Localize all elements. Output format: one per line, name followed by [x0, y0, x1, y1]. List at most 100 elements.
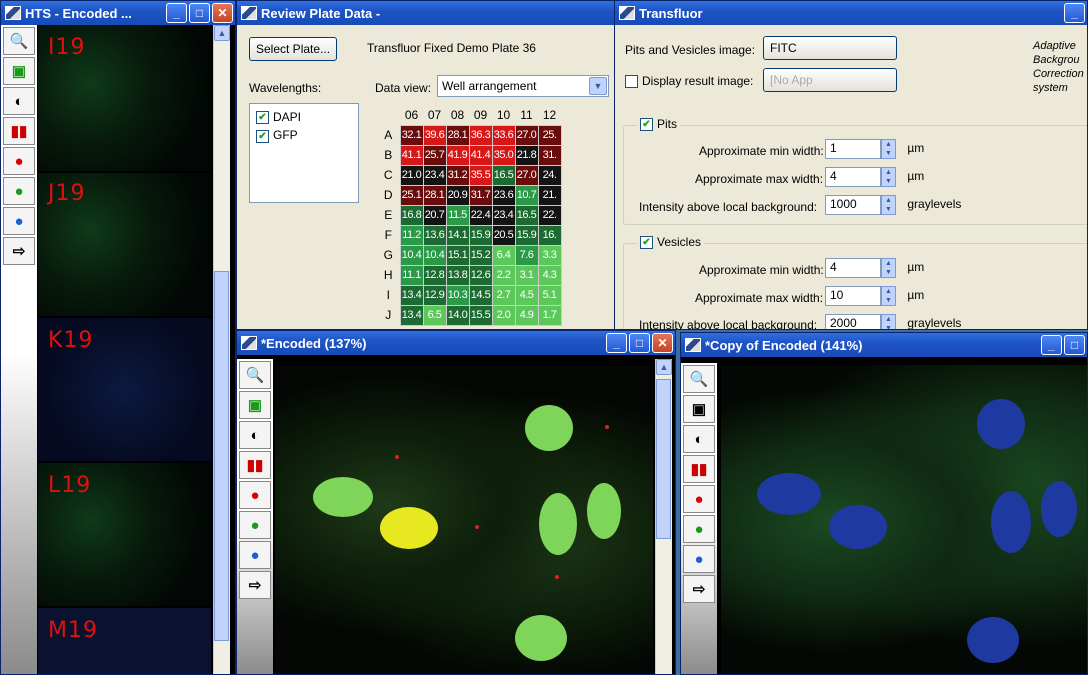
grid-cell[interactable]: 2.7: [491, 284, 516, 306]
fitc-button[interactable]: FITC: [763, 36, 897, 60]
spinner-icon[interactable]: ▲ ▼: [881, 314, 896, 329]
checkbox-icon[interactable]: ✔: [640, 236, 653, 250]
grid-cell[interactable]: 23.4: [491, 204, 516, 226]
data-view-select[interactable]: Well arrangement ▼: [437, 75, 609, 97]
grid-cell[interactable]: 1.7: [537, 304, 562, 326]
checkbox-icon[interactable]: ✔: [256, 111, 269, 125]
grid-cell[interactable]: 23.4: [422, 164, 447, 186]
scroll-up-icon[interactable]: ▲: [656, 359, 672, 375]
well-image-j19[interactable]: J19: [38, 173, 211, 316]
grid-cell[interactable]: 14.5: [468, 284, 493, 306]
arrow-icon[interactable]: ⇨: [683, 575, 715, 603]
minimize-button[interactable]: _: [606, 333, 627, 353]
grid-cell[interactable]: 21.: [537, 184, 562, 206]
grid-cell[interactable]: 13.4: [399, 284, 424, 306]
grid-cell[interactable]: 35.0: [491, 144, 516, 166]
blue-pin-icon[interactable]: ●: [239, 541, 271, 569]
encoded-scrollbar[interactable]: ▲: [655, 359, 672, 674]
scroll-up-icon[interactable]: ▲: [214, 25, 230, 41]
grid-cell[interactable]: 3.3: [537, 244, 562, 266]
grid-cell[interactable]: 16.8: [399, 204, 424, 226]
contrast-icon[interactable]: ◐: [239, 421, 271, 449]
grid-cell[interactable]: 22.: [537, 204, 562, 226]
well-image-m19[interactable]: M19: [38, 608, 211, 674]
arrow-icon[interactable]: ⇨: [3, 237, 35, 265]
grid-cell[interactable]: 15.1: [445, 244, 470, 266]
grid-cell[interactable]: 11.1: [399, 264, 424, 286]
grid-cell[interactable]: 21.0: [399, 164, 424, 186]
grid-cell[interactable]: 12.9: [422, 284, 447, 306]
grid-cell[interactable]: 3.1: [514, 264, 539, 286]
red-pin-icon[interactable]: ●: [683, 485, 715, 513]
red-pin-icon[interactable]: ●: [3, 147, 35, 175]
hts-titlebar[interactable]: HTS - Encoded ... _ □ ✕: [1, 1, 235, 25]
grid-cell[interactable]: 2.0: [491, 304, 516, 326]
grid-cell[interactable]: 10.7: [514, 184, 539, 206]
layers-icon[interactable]: ▣: [683, 395, 715, 423]
grid-cell[interactable]: 33.6: [491, 124, 516, 146]
grid-cell[interactable]: 4.3: [537, 264, 562, 286]
chevron-down-icon[interactable]: ▼: [589, 77, 607, 95]
grid-cell[interactable]: 15.2: [468, 244, 493, 266]
layers-icon[interactable]: ▣: [239, 391, 271, 419]
grid-cell[interactable]: 7.6: [514, 244, 539, 266]
minimize-button[interactable]: _: [1041, 335, 1062, 355]
checkbox-icon[interactable]: ✔: [256, 129, 269, 143]
copy-image[interactable]: [721, 365, 1087, 674]
grid-cell[interactable]: 25.: [537, 124, 562, 146]
grid-cell[interactable]: 15.9: [468, 224, 493, 246]
vesicles-checkbox[interactable]: ✔ Vesicles: [637, 235, 705, 250]
encoded-titlebar[interactable]: *Encoded (137%) _ □ ✕: [237, 331, 675, 355]
wavelength-item-gfp[interactable]: ✔ GFP: [250, 126, 358, 144]
spinner-icon[interactable]: ▲ ▼: [881, 195, 896, 215]
encoded-image[interactable]: [275, 365, 653, 674]
grid-cell[interactable]: 41.9: [445, 144, 470, 166]
grid-cell[interactable]: 10.4: [399, 244, 424, 266]
grid-cell[interactable]: 24.: [537, 164, 562, 186]
vesicles-max-input[interactable]: 10: [825, 286, 881, 306]
pits-min-input[interactable]: 1: [825, 139, 881, 159]
channels-icon[interactable]: ▮▮: [3, 117, 35, 145]
display-result-row[interactable]: Display result image:: [625, 74, 753, 89]
pits-checkbox[interactable]: ✔ Pits: [637, 117, 681, 132]
grid-cell[interactable]: 20.9: [445, 184, 470, 206]
grid-cell[interactable]: 25.1: [399, 184, 424, 206]
grid-cell[interactable]: 16.: [537, 224, 562, 246]
grid-cell[interactable]: 16.5: [491, 164, 516, 186]
zoom-icon[interactable]: 🔍: [3, 27, 35, 55]
wavelength-item-dapi[interactable]: ✔ DAPI: [250, 104, 358, 126]
grid-cell[interactable]: 12.6: [468, 264, 493, 286]
grid-cell[interactable]: 11.5: [445, 204, 470, 226]
grid-cell[interactable]: 15.5: [468, 304, 493, 326]
close-button[interactable]: ✕: [212, 3, 233, 23]
blue-pin-icon[interactable]: ●: [683, 545, 715, 573]
grid-cell[interactable]: 36.3: [468, 124, 493, 146]
vesicles-min-input[interactable]: 4: [825, 258, 881, 278]
select-plate-button[interactable]: Select Plate...: [249, 37, 338, 61]
grid-cell[interactable]: 25.7: [422, 144, 447, 166]
grid-cell[interactable]: 13.6: [422, 224, 447, 246]
well-image-l19[interactable]: L19: [38, 463, 211, 606]
maximize-button[interactable]: □: [629, 333, 650, 353]
grid-cell[interactable]: 5.1: [537, 284, 562, 306]
spinner-icon[interactable]: ▲ ▼: [881, 258, 896, 278]
grid-cell[interactable]: 39.6: [422, 124, 447, 146]
display-result-button[interactable]: [No App: [763, 68, 897, 92]
grid-cell[interactable]: 21.8: [514, 144, 539, 166]
blue-pin-icon[interactable]: ●: [3, 207, 35, 235]
zoom-icon[interactable]: 🔍: [239, 361, 271, 389]
grid-cell[interactable]: 41.1: [399, 144, 424, 166]
vesicles-intensity-input[interactable]: 2000: [825, 314, 881, 329]
grid-cell[interactable]: 35.5: [468, 164, 493, 186]
contrast-icon[interactable]: ◐: [683, 425, 715, 453]
review-titlebar[interactable]: Review Plate Data -: [237, 1, 621, 25]
grid-cell[interactable]: 6.5: [422, 304, 447, 326]
grid-cell[interactable]: 31.2: [445, 164, 470, 186]
scroll-thumb[interactable]: [214, 271, 229, 641]
grid-cell[interactable]: 10.4: [422, 244, 447, 266]
checkbox-icon[interactable]: [625, 75, 638, 89]
spinner-icon[interactable]: ▲ ▼: [881, 139, 896, 159]
checkbox-icon[interactable]: ✔: [640, 118, 653, 132]
grid-cell[interactable]: 41.4: [468, 144, 493, 166]
scroll-thumb[interactable]: [656, 379, 671, 539]
